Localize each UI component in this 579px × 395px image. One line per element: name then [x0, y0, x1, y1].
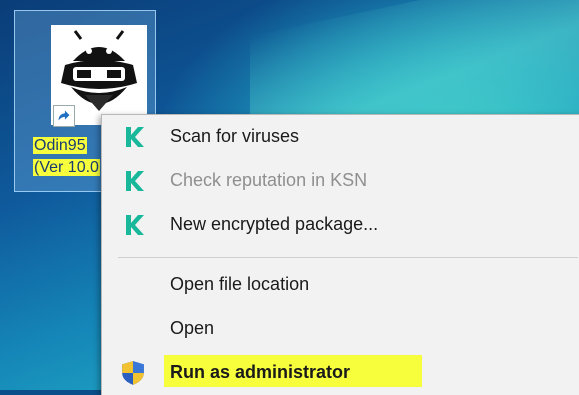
icon-label-line1: Odin95 [33, 137, 87, 154]
menu-item-label: Open [170, 318, 215, 338]
menu-separator [118, 257, 578, 258]
menu-item-label: Check reputation in KSN [170, 170, 368, 190]
context-menu: Scan for viruses Check reputation in KSN… [101, 114, 579, 395]
kaspersky-k-icon [126, 171, 144, 191]
menu-item-label: New encrypted package... [170, 214, 379, 234]
menu-item-open[interactable]: Open [102, 309, 579, 349]
menu-item-scan-for-viruses[interactable]: Scan for viruses [102, 117, 579, 157]
menu-item-open-file-location[interactable]: Open file location [102, 265, 579, 305]
shortcut-arrow-icon [53, 105, 75, 127]
icon-label-line2: (Ver 10.0 [33, 159, 100, 176]
kaspersky-k-icon [126, 127, 144, 147]
menu-item-label: Scan for viruses [170, 126, 300, 146]
menu-item-label: Open file location [170, 274, 310, 294]
menu-item-check-reputation[interactable]: Check reputation in KSN [102, 161, 579, 201]
menu-item-label: Run as administrator [170, 362, 355, 383]
menu-item-new-encrypted-package[interactable]: New encrypted package... [102, 205, 579, 245]
menu-item-run-as-administrator[interactable]: Run as administrator [102, 353, 579, 393]
kaspersky-k-icon [126, 215, 144, 235]
uac-shield-icon [122, 361, 144, 385]
